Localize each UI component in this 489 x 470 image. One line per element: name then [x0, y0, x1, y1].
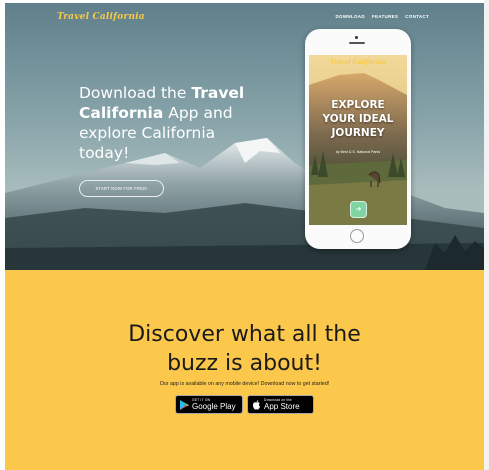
phone-screen: Travel California EXPLORE YOUR IDEAL JOU… — [309, 55, 407, 225]
arrow-right-icon: ➜ — [355, 206, 362, 213]
yosemite-image — [309, 55, 407, 225]
store-badges: GET IT ON Google Play Download on the Ap… — [175, 395, 314, 414]
nav-download[interactable]: DOWNLOAD — [336, 14, 365, 19]
brand-logo[interactable]: Travel California — [57, 12, 145, 22]
app-store-label: App Store — [264, 402, 300, 411]
app-title-line2: YOUR IDEAL — [322, 113, 394, 125]
promo-lead: Our app is available on any mobile devic… — [159, 381, 330, 387]
hero-section: Travel California DOWNLOAD FEATURES CONT… — [5, 3, 484, 270]
phone-home-button — [350, 229, 364, 243]
phone-camera — [355, 36, 358, 39]
phone-mockup: Travel California EXPLORE YOUR IDEAL JOU… — [305, 29, 411, 249]
hero-headline: Download the Travel California App and e… — [79, 83, 269, 163]
headline-prefix: Download the — [79, 84, 192, 102]
apple-icon — [253, 399, 260, 410]
promo-heading-line1: Discover what all the — [128, 322, 361, 347]
app-brand: Travel California — [329, 59, 387, 66]
promo-heading-line2: buzz is about! — [167, 351, 322, 376]
app-subtitle: by Best U.S. National Parks — [335, 150, 381, 154]
start-free-button[interactable]: START NOW FOR FREE! — [79, 180, 164, 197]
google-play-label: Google Play — [192, 402, 236, 411]
google-play-icon — [180, 399, 189, 410]
nav-features[interactable]: FEATURES — [372, 14, 398, 19]
app-store-button[interactable]: Download on the App Store — [247, 395, 314, 414]
app-title: EXPLORE YOUR IDEAL JOURNEY — [309, 98, 407, 140]
promo-heading: Discover what all the buzz is about! — [5, 320, 484, 378]
page: Travel California DOWNLOAD FEATURES CONT… — [5, 3, 484, 470]
top-nav: DOWNLOAD FEATURES CONTACT — [336, 14, 430, 19]
app-title-line3: JOURNEY — [331, 127, 385, 139]
phone-speaker — [349, 42, 365, 44]
nav-contact[interactable]: CONTACT — [405, 14, 429, 19]
app-title-line1: EXPLORE — [331, 99, 385, 111]
download-section: Discover what all the buzz is about! Our… — [5, 270, 484, 470]
right-edge — [484, 0, 489, 470]
google-play-button[interactable]: GET IT ON Google Play — [175, 395, 243, 414]
app-go-button[interactable]: ➜ — [350, 201, 367, 218]
